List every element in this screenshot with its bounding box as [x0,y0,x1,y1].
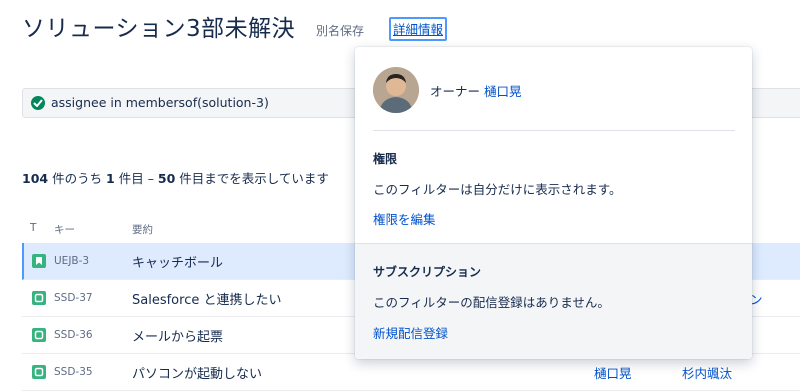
new-subscription-link[interactable]: 新規配信登録 [373,323,448,342]
details-button[interactable]: 詳細情報 [389,17,448,41]
save-as-button[interactable]: 別名保存 [316,22,364,39]
page-title: ソリューション3部未解決 [22,16,296,42]
result-count: 104 件のうち 1 件目 – 50 件目までを表示しています [22,168,329,187]
service-request-icon [32,328,46,342]
issue-summary[interactable]: パソコンが起動しない [132,363,262,382]
subscription-section: サブスクリプション このフィルターの配信登録はありません。 新規配信登録 [355,243,752,359]
reporter-link[interactable]: 杉内颯汰 [682,363,732,382]
edit-permissions-link[interactable]: 権限を編集 [373,209,436,228]
assignee-link[interactable]: 樋口晃 [594,363,632,382]
jql-query-text: assignee in membersof(solution-3) [51,95,269,110]
permissions-text: このフィルターは自分だけに表示されます。 [373,182,622,197]
divider [373,130,735,131]
column-header-summary[interactable]: 要約 [132,222,153,237]
issue-key[interactable]: SSD-37 [54,292,93,304]
issue-summary[interactable]: メールから起票 [132,326,223,345]
check-circle-icon [31,96,45,110]
count-text-c: 件目までを表示しています [175,171,329,186]
issue-summary[interactable]: キャッチボール [132,252,223,271]
service-request-icon [32,365,46,379]
story-icon [32,254,46,268]
total-count: 104 [22,171,49,186]
permissions-title: 権限 [373,152,398,166]
filter-details-popover: オーナー 樋口晃 権限 このフィルターは自分だけに表示されます。 権限を編集 サ… [355,47,752,359]
subscription-title: サブスクリプション [373,265,482,279]
subscription-text: このフィルターの配信登録はありません。 [373,295,610,310]
count-text-b: 件目 – [114,171,158,186]
owner-label: オーナー [430,84,481,99]
range-to: 50 [157,171,176,186]
avatar[interactable] [373,67,419,113]
count-text-a: 件のうち [48,171,107,186]
range-from: 1 [106,171,115,186]
column-header-type[interactable]: T [30,222,36,234]
issue-key[interactable]: UEJB-3 [54,255,89,267]
table-row[interactable]: SSD-35 パソコンが起動しない 樋口晃 杉内颯汰 [22,354,800,391]
owner-name-link[interactable]: 樋口晃 [484,84,522,99]
column-header-key[interactable]: キー [54,222,75,237]
service-request-icon [32,291,46,305]
owner-line: オーナー 樋口晃 [430,81,522,100]
issue-key[interactable]: SSD-35 [54,366,93,378]
issue-summary[interactable]: Salesforce と連携したい [132,289,281,308]
issue-key[interactable]: SSD-36 [54,329,93,341]
